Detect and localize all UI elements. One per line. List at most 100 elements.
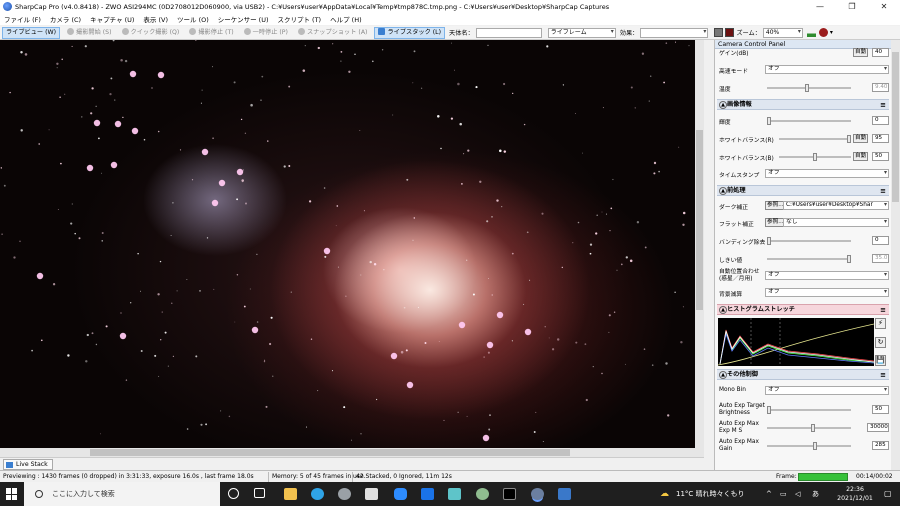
banding-suppression-knob[interactable] (767, 237, 771, 245)
hamburger-icon[interactable]: ≡ (880, 306, 886, 314)
image-controls-section-header[interactable]: 画像情報 ≡ (717, 99, 889, 110)
auto-exp-max-exp-slider[interactable] (767, 424, 851, 432)
color-picker-icon[interactable] (818, 28, 828, 37)
quick-capture-button[interactable]: クイック撮影 (Q) (119, 27, 183, 39)
save-stretch-button[interactable]: 💾 (875, 355, 886, 366)
menu-tools[interactable]: ツール (O) (177, 14, 209, 24)
reticle-color-swatch[interactable] (725, 28, 735, 37)
chrome-icon[interactable] (338, 488, 351, 500)
mono-bin-select[interactable]: オフ (765, 386, 889, 395)
menu-scripting[interactable]: スクリプト (T) (277, 14, 321, 24)
taskbar-clock[interactable]: 22:36 2021/12/01 (832, 485, 878, 503)
target-name-input[interactable] (475, 27, 542, 38)
reset-stretch-button[interactable]: ↻ (875, 336, 886, 348)
pause-button[interactable]: 一時停止 (P) (241, 27, 291, 39)
menu-file[interactable]: ファイル (F) (4, 14, 41, 24)
histogram-toggle-icon[interactable] (806, 28, 816, 37)
weather-icon[interactable]: ☁ (660, 482, 669, 506)
auto-stretch-button[interactable]: ⚡ (875, 318, 886, 329)
auto-exp-max-gain-slider[interactable] (767, 442, 851, 450)
hamburger-icon[interactable]: ≡ (880, 371, 886, 379)
file-explorer-icon[interactable] (284, 488, 297, 500)
notification-icon[interactable]: ▢ (884, 482, 892, 506)
live-stack-button[interactable]: ライブスタック (L) (374, 26, 446, 39)
white-balance-red-knob[interactable] (847, 135, 851, 143)
close-button[interactable]: ✕ (868, 0, 900, 13)
weather-text[interactable]: 11°C 晴れ時々くもり (676, 482, 745, 506)
white-balance-blue-value[interactable]: 50 (872, 152, 889, 161)
banding-suppression-value[interactable]: 0 (872, 236, 889, 245)
histogram-display[interactable] (718, 318, 874, 366)
tray-chevron-up-icon[interactable]: ^ (766, 482, 772, 506)
banding-suppression-slider[interactable] (767, 237, 851, 245)
brightness-slider-knob[interactable] (767, 117, 771, 125)
background-subtraction-select[interactable]: オフ (765, 288, 889, 297)
brightness-slider[interactable] (767, 117, 851, 125)
cortana-icon[interactable] (228, 488, 239, 499)
task-view-icon[interactable] (254, 488, 265, 498)
dark-file-select[interactable]: C:¥Users¥user¥Desktop¥Shar (783, 201, 889, 210)
horizontal-scroll-thumb[interactable] (90, 449, 570, 456)
viewport-vertical-scrollbar[interactable] (695, 40, 704, 457)
vertical-scroll-thumb[interactable] (696, 130, 703, 310)
taskbar-search-box[interactable]: ここに入力して検索 (24, 482, 220, 506)
auto-exp-target-slider[interactable] (767, 406, 851, 414)
edge-icon[interactable] (311, 488, 324, 500)
auto-exp-max-gain-knob[interactable] (813, 442, 817, 450)
white-balance-red-slider[interactable] (779, 135, 851, 143)
white-balance-blue-knob[interactable] (813, 153, 817, 161)
restore-button[interactable]: ❐ (836, 0, 868, 13)
menu-view[interactable]: 表示 (V) (143, 14, 168, 24)
hamburger-icon[interactable]: ≡ (880, 187, 886, 195)
store-icon[interactable] (365, 488, 378, 500)
menu-camera[interactable]: カメラ (C) (50, 14, 81, 24)
stop-capture-button[interactable]: 撮影停止 (T) (186, 27, 236, 39)
other-controls-section-header[interactable]: その他制御 ≡ (717, 369, 889, 380)
photos-icon[interactable] (558, 488, 571, 500)
auto-exp-max-exp-knob[interactable] (811, 424, 815, 432)
timestamp-select[interactable]: オフ (765, 169, 889, 178)
preprocessing-section-header[interactable]: 前処理 ≡ (717, 185, 889, 196)
white-balance-blue-auto-button[interactable]: 自動 (853, 152, 869, 161)
volume-icon[interactable]: ◁ (795, 482, 800, 506)
zoom-app-icon[interactable] (394, 488, 407, 500)
white-balance-red-value[interactable]: 95 (872, 134, 889, 143)
snapshot-button[interactable]: スナップショット (A) (295, 27, 371, 39)
histogram-stretch-section-header[interactable]: ヒストグラムストレッチ ≡ (717, 304, 889, 315)
flat-file-select[interactable]: なし (783, 218, 889, 227)
panel-scroll-thumb[interactable] (892, 52, 899, 202)
effect-select[interactable] (640, 27, 709, 38)
white-balance-red-auto-button[interactable]: 自動 (853, 134, 869, 143)
terminal-icon[interactable] (503, 488, 516, 500)
white-balance-blue-slider[interactable] (779, 153, 851, 161)
app-icon-teal[interactable] (448, 488, 461, 500)
brightness-value[interactable]: 0 (872, 116, 889, 125)
auto-exp-max-gain-value[interactable]: 285 (872, 441, 889, 450)
frame-type-select[interactable]: ライフレーム (547, 27, 616, 38)
mail-icon[interactable] (421, 488, 434, 500)
windows-start-icon[interactable] (6, 488, 18, 500)
auto-exp-max-exp-value[interactable]: 30000 (867, 423, 889, 432)
panel-vertical-scrollbar[interactable] (891, 40, 900, 470)
start-capture-button[interactable]: 撮影開始 (S) (64, 27, 114, 39)
auto-exp-target-knob[interactable] (767, 406, 771, 414)
image-viewport[interactable] (0, 40, 704, 457)
auto-align-select[interactable]: オフ (765, 271, 889, 280)
network-icon[interactable]: ▭ (780, 482, 787, 506)
minimize-button[interactable]: — (804, 0, 836, 13)
hamburger-icon[interactable]: ≡ (880, 101, 886, 109)
viewport-horizontal-scrollbar[interactable] (0, 448, 695, 457)
ime-indicator[interactable]: あ (812, 482, 819, 506)
high-speed-select[interactable]: オフ (765, 65, 889, 74)
live-view-button[interactable]: ライブビュー (W) (2, 26, 61, 39)
zoom-select[interactable]: 40% (762, 27, 803, 38)
menu-sequencer[interactable]: シーケンサー (U) (218, 14, 269, 24)
gain-auto-button[interactable]: 自動 (853, 48, 869, 57)
sharpcap-taskbar-icon[interactable] (531, 488, 544, 500)
menu-capture[interactable]: キャプチャ (U) (90, 14, 134, 24)
chevron-down-icon[interactable]: ▾ (830, 29, 833, 36)
menu-help[interactable]: ヘルプ (H) (330, 14, 362, 24)
app-icon-green[interactable] (476, 488, 489, 500)
auto-exp-target-value[interactable]: 50 (872, 405, 889, 414)
display-color-swatch[interactable] (714, 28, 724, 37)
